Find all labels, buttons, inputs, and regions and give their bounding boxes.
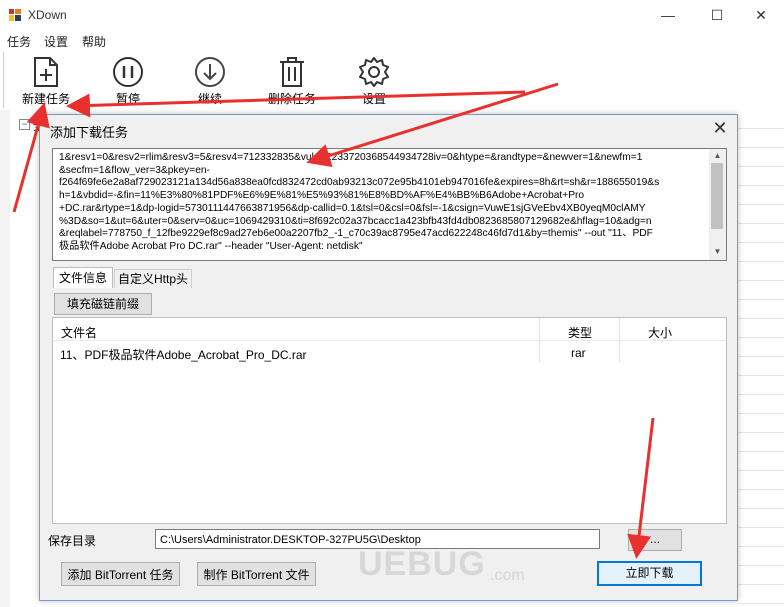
resume-label: 继续	[197, 92, 222, 106]
download-command-text: 1&resv1=0&resv2=rlim&resv3=5&resv4=71233…	[59, 152, 660, 252]
pause-button[interactable]: 暂停	[93, 56, 163, 110]
browse-button[interactable]: ...	[628, 529, 682, 551]
cell-filename: 11、PDF极品软件Adobe_Acrobat_Pro_DC.rar	[60, 348, 307, 362]
download-circle-icon	[195, 57, 225, 87]
fill-magnet-prefix-button[interactable]: 填充磁链前缀	[54, 293, 152, 315]
cell-type: rar	[571, 346, 586, 360]
column-header-type[interactable]: 类型	[568, 324, 592, 341]
pause-label: 暂停	[115, 92, 140, 106]
window-title: XDown	[28, 8, 67, 22]
new-file-icon	[34, 57, 58, 87]
title-bar: XDown — ☐ ✕	[0, 0, 784, 30]
menu-task[interactable]: 任务	[7, 33, 31, 50]
file-table: 文件名 类型 大小 11、PDF极品软件Adobe_Acrobat_Pro_DC…	[52, 317, 727, 524]
column-header-size[interactable]: 大小	[648, 324, 672, 341]
add-bittorrent-task-button[interactable]: 添加 BitTorrent 任务	[61, 562, 180, 586]
trash-icon	[280, 57, 304, 87]
command-scrollbar[interactable]: ▲ ▼	[709, 149, 726, 260]
delete-task-button[interactable]: 删除任务	[257, 56, 327, 110]
gear-icon	[359, 57, 389, 87]
close-window-button[interactable]: ✕	[738, 4, 784, 28]
delete-task-label: 删除任务	[267, 92, 316, 106]
toolbar: 新建任务 暂停 继续 删除任务 设置	[0, 52, 784, 110]
table-row[interactable]: 11、PDF极品软件Adobe_Acrobat_Pro_DC.rar rar	[53, 341, 726, 362]
add-download-dialog: 添加下载任务 ✕ 1&resv1=0&resv2=rlim&resv3=5&re…	[39, 114, 738, 601]
new-task-label: 新建任务	[21, 92, 70, 106]
tree-collapse-toggle[interactable]: −	[19, 119, 30, 130]
column-header-filename[interactable]: 文件名	[61, 324, 97, 341]
resume-button[interactable]: 继续	[175, 56, 245, 110]
make-bittorrent-file-button[interactable]: 制作 BitTorrent 文件	[197, 562, 316, 586]
save-directory-label: 保存目录	[48, 534, 97, 548]
scroll-down-arrow-icon[interactable]: ▼	[709, 246, 726, 258]
scrollbar-thumb[interactable]	[711, 163, 723, 229]
minimize-button[interactable]: —	[645, 4, 691, 28]
pause-icon	[113, 57, 143, 87]
menu-bar: 任务 设置 帮助	[0, 30, 784, 52]
app-icon	[8, 8, 22, 22]
tab-file-info[interactable]: 文件信息	[53, 267, 113, 288]
dialog-close-button[interactable]: ✕	[710, 119, 730, 139]
watermark: UEBUG	[358, 545, 486, 583]
toolbar-divider	[3, 52, 4, 108]
task-list-grid	[738, 110, 784, 607]
tab-custom-http-header[interactable]: 自定义Http头	[114, 269, 192, 288]
download-command-textarea[interactable]: 1&resv1=0&resv2=rlim&resv3=5&resv4=71233…	[52, 148, 727, 261]
menu-help[interactable]: 帮助	[82, 33, 106, 50]
left-panel-edge	[0, 110, 10, 607]
settings-label: 设置	[361, 92, 386, 106]
dialog-title: 添加下载任务	[50, 125, 129, 140]
scroll-up-arrow-icon[interactable]: ▲	[709, 150, 726, 162]
new-task-button[interactable]: 新建任务	[11, 56, 81, 110]
menu-settings[interactable]: 设置	[44, 33, 68, 50]
maximize-button[interactable]: ☐	[694, 4, 740, 28]
settings-button[interactable]: 设置	[339, 56, 409, 110]
watermark-suffix: .com	[490, 567, 525, 584]
download-now-button[interactable]: 立即下载	[597, 561, 702, 586]
